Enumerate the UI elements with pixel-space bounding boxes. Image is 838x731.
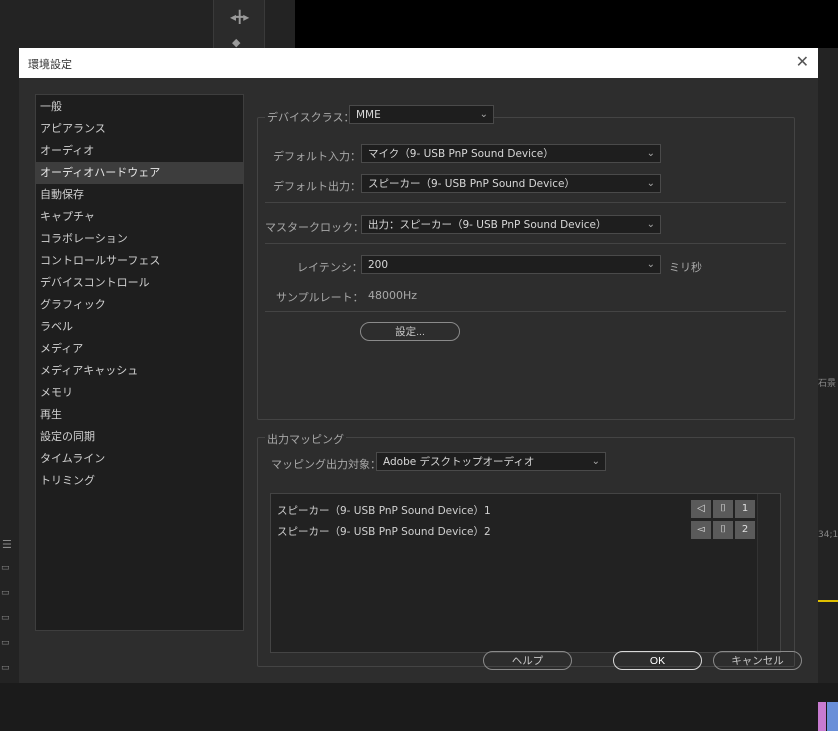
list-item[interactable]: スピーカー（9- USB PnP Sound Device）2	[271, 521, 691, 541]
chevron-down-icon: ⌄	[479, 109, 488, 120]
sidebar-item[interactable]: キャプチャ	[36, 206, 243, 228]
move-tool-icon[interactable]: ◂╋▸	[230, 10, 249, 24]
master-clock-value: 出力：スピーカー（9- USB PnP Sound Device）	[368, 219, 607, 231]
default-input-value: マイク（9- USB PnP Sound Device）	[368, 148, 554, 160]
track-icon: ▭	[1, 563, 10, 573]
sidebar-item[interactable]: デバイスコントロール	[36, 272, 243, 294]
scrollbar[interactable]	[757, 494, 780, 652]
default-output-label: デフォルト出力：	[273, 180, 361, 193]
sidebar-item[interactable]: オーディオ	[36, 140, 243, 162]
preferences-dialog: 環境設定 ✕ 一般 アピアランス オーディオ オーディオハードウェア 自動保存 キャプチャ…	[19, 48, 818, 683]
divider	[265, 243, 786, 244]
default-input-label: デフォルト入力：	[273, 150, 361, 163]
timecode-fragment: 34;1	[818, 530, 838, 540]
channel-number: 2	[735, 521, 755, 539]
ok-button[interactable]: OK	[613, 651, 702, 670]
default-input-select[interactable]: マイク（9- USB PnP Sound Device） ⌄	[361, 144, 661, 163]
output-mapping-label: 出力マッピング	[265, 431, 346, 447]
menu-icon[interactable]: ☰	[2, 538, 12, 551]
timeline-clip[interactable]	[827, 702, 838, 731]
channel-assign-icon[interactable]: ⌷	[713, 521, 733, 539]
track-icon: ▭	[1, 663, 10, 673]
sidebar-item[interactable]: ラベル	[36, 316, 243, 338]
sidebar-item[interactable]: メモリ	[36, 382, 243, 404]
speaker-right-icon[interactable]: ◅	[691, 521, 711, 539]
sample-rate-value: 48000Hz	[368, 289, 418, 302]
output-mapping-list: スピーカー（9- USB PnP Sound Device）1 ◁ ⌷ 1 スピ…	[270, 493, 781, 653]
chevron-down-icon: ⌄	[646, 178, 655, 189]
help-button[interactable]: ヘルプ	[483, 651, 572, 670]
sidebar-item[interactable]: 一般	[36, 96, 243, 118]
cancel-button[interactable]: キャンセル	[713, 651, 802, 670]
sidebar-item[interactable]: トリミング	[36, 470, 243, 492]
device-class-select[interactable]: MME ⌄	[349, 105, 494, 124]
chevron-down-icon: ⌄	[646, 259, 655, 270]
sidebar-item[interactable]: メディアキャッシュ	[36, 360, 243, 382]
playhead-line	[818, 600, 838, 602]
chevron-down-icon: ⌄	[646, 219, 655, 230]
latency-select[interactable]: 200 ⌄	[361, 255, 661, 274]
dialog-titlebar: 環境設定 ✕	[19, 48, 818, 78]
preferences-category-list: 一般 アピアランス オーディオ オーディオハードウェア 自動保存 キャプチャ コラボレーショ…	[35, 94, 244, 631]
latency-value: 200	[368, 259, 389, 271]
divider	[265, 202, 786, 203]
close-icon[interactable]: ✕	[796, 52, 809, 71]
list-item[interactable]: スピーカー（9- USB PnP Sound Device）1	[271, 500, 691, 520]
master-clock-select[interactable]: 出力：スピーカー（9- USB PnP Sound Device） ⌄	[361, 215, 661, 234]
timeline-clip[interactable]	[818, 702, 826, 731]
dialog-title: 環境設定	[28, 58, 72, 71]
sidebar-item[interactable]: オーディオハードウェア	[36, 162, 243, 184]
default-output-select[interactable]: スピーカー（9- USB PnP Sound Device） ⌄	[361, 174, 661, 193]
program-monitor	[295, 0, 838, 48]
sidebar-item[interactable]: タイムライン	[36, 448, 243, 470]
latency-unit: ミリ秒	[669, 261, 702, 274]
device-class-label: デバイスクラス：	[265, 109, 357, 125]
sidebar-item[interactable]: グラフィック	[36, 294, 243, 316]
speaker-left-icon[interactable]: ◁	[691, 500, 711, 518]
mapping-target-select[interactable]: Adobe デスクトップオーディオ ⌄	[376, 452, 606, 471]
timeline-track-headers: ☰ ▭ ▭ ▭ ▭ ▭	[0, 48, 19, 683]
sidebar-item[interactable]: コラボレーション	[36, 228, 243, 250]
hardware-settings-button[interactable]: 設定...	[360, 322, 460, 341]
sample-rate-label: サンプルレート：	[276, 291, 364, 304]
master-clock-label: マスタークロック：	[265, 221, 364, 234]
sidebar-item[interactable]: アピアランス	[36, 118, 243, 140]
mapping-row-name: スピーカー（9- USB PnP Sound Device）2	[277, 526, 491, 538]
divider	[265, 311, 786, 312]
sidebar-item[interactable]: 設定の同期	[36, 426, 243, 448]
right-panel-label: 石景	[818, 379, 837, 389]
chevron-down-icon: ⌄	[646, 148, 655, 159]
mapping-row-name: スピーカー（9- USB PnP Sound Device）1	[277, 505, 491, 517]
channel-number: 1	[735, 500, 755, 518]
track-icon: ▭	[1, 613, 10, 623]
default-output-value: スピーカー（9- USB PnP Sound Device）	[368, 178, 575, 190]
chevron-down-icon: ⌄	[591, 456, 600, 467]
latency-label: レイテンシ：	[297, 261, 363, 274]
channel-assign-icon[interactable]: ⌷	[713, 500, 733, 518]
mapping-target-value: Adobe デスクトップオーディオ	[383, 456, 535, 468]
sidebar-item[interactable]: 自動保存	[36, 184, 243, 206]
background-right-panel: 石景 34;1	[818, 48, 838, 731]
sidebar-item[interactable]: 再生	[36, 404, 243, 426]
mapping-target-label: マッピング出力対象：	[271, 458, 381, 471]
sidebar-item[interactable]: コントロールサーフェス	[36, 250, 243, 272]
background-tool-strip: ◂╋▸ ◆	[213, 0, 265, 49]
track-icon: ▭	[1, 638, 10, 648]
sidebar-item[interactable]: メディア	[36, 338, 243, 360]
device-class-value: MME	[356, 109, 381, 121]
track-icon: ▭	[1, 588, 10, 598]
